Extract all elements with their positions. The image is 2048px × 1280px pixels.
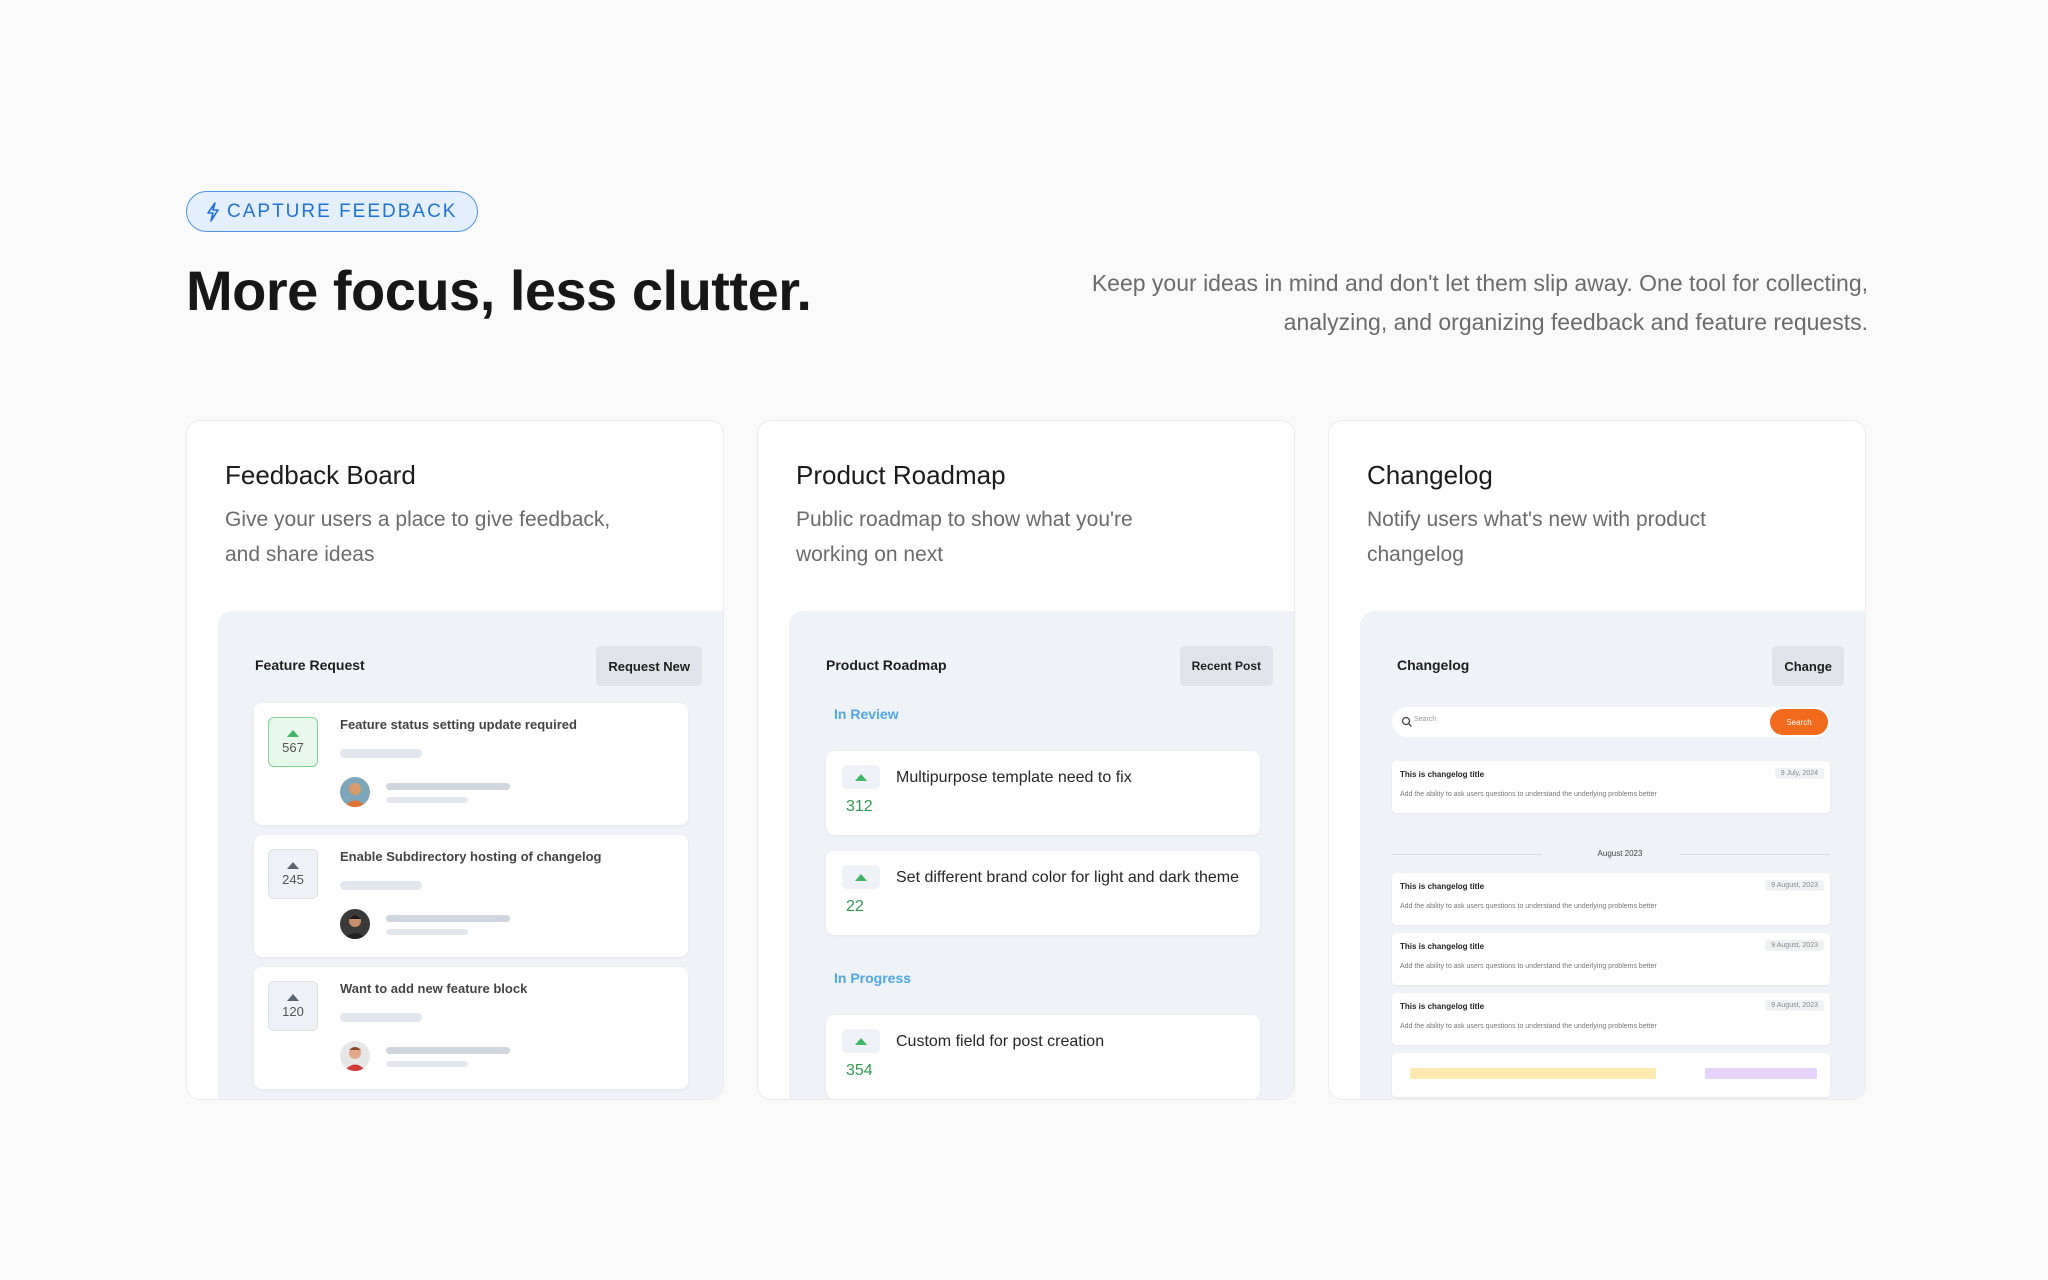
- roadmap-item[interactable]: 22 Set different brand color for light a…: [826, 851, 1260, 935]
- change-button[interactable]: Change: [1772, 646, 1844, 686]
- section-in-review: In Review: [834, 706, 899, 722]
- feedback-board-preview: Feature Request Request New 567 Feature …: [218, 611, 723, 1099]
- upvote-button[interactable]: [842, 865, 880, 889]
- request-new-button[interactable]: Request New: [596, 646, 702, 686]
- vote-count: 245: [282, 871, 304, 887]
- page-headline: More focus, less clutter.: [186, 259, 812, 322]
- roadmap-item-title: Multipurpose template need to fix: [896, 769, 1132, 786]
- vote-count: 22: [846, 898, 864, 915]
- feedback-item[interactable]: 245 Enable Subdirectory hosting of chang…: [254, 835, 688, 957]
- changelog-search-bar[interactable]: Search Search: [1392, 707, 1830, 737]
- card-title: Product Roadmap: [796, 460, 1006, 490]
- section-in-progress: In Progress: [834, 970, 912, 986]
- placeholder-line: [386, 915, 510, 922]
- changelog-card[interactable]: Changelog Notify users what's new with p…: [1328, 420, 1866, 1100]
- card-title: Feedback Board: [225, 460, 416, 490]
- changelog-entry-placeholder: [1392, 1053, 1830, 1097]
- placeholder-line: [386, 1047, 510, 1054]
- placeholder-line: [386, 797, 468, 803]
- upvote-button[interactable]: [842, 765, 880, 789]
- feedback-title: Feature status setting update required: [340, 717, 577, 732]
- feedback-title: Enable Subdirectory hosting of changelog: [340, 849, 602, 864]
- placeholder-line: [386, 783, 510, 790]
- card-description: Give your users a place to give feedback…: [225, 508, 611, 566]
- page-subtext: Keep your ideas in mind and don't let th…: [1091, 270, 1868, 335]
- avatar: [340, 777, 370, 807]
- vote-count: 312: [846, 798, 873, 815]
- upvote-button[interactable]: 245: [268, 849, 318, 899]
- changelog-entry-title: This is changelog title: [1400, 882, 1485, 891]
- preview-title: Changelog: [1397, 657, 1470, 673]
- changelog-entry-title: This is changelog title: [1400, 942, 1485, 951]
- changelog-entry-date: 9 August, 2023: [1765, 940, 1824, 951]
- capture-feedback-badge: CAPTURE FEEDBACK: [186, 191, 479, 232]
- lightning-icon: [207, 201, 219, 222]
- placeholder-line: [340, 749, 422, 758]
- upvote-arrow-icon: [287, 729, 299, 737]
- vote-count: 567: [282, 739, 304, 755]
- search-icon: [1401, 716, 1412, 727]
- upvote-arrow-icon: [287, 993, 299, 1001]
- upvote-arrow-icon: [287, 861, 299, 869]
- upvote-arrow-icon: [855, 1037, 867, 1045]
- preview-title: Product Roadmap: [826, 657, 947, 673]
- placeholder-line: [386, 1061, 468, 1067]
- avatar: [340, 1041, 370, 1071]
- changelog-entry[interactable]: This is changelog title Add the ability …: [1392, 993, 1830, 1045]
- avatar: [340, 909, 370, 939]
- roadmap-item[interactable]: 354 Custom field for post creation: [826, 1015, 1260, 1099]
- changelog-entry[interactable]: This is changelog title Add the ability …: [1392, 933, 1830, 985]
- changelog-entry-title: This is changelog title: [1400, 1002, 1485, 1011]
- recent-post-button[interactable]: Recent Post: [1179, 646, 1273, 686]
- card-description: Public roadmap to show what you're worki…: [796, 508, 1133, 566]
- product-roadmap-card[interactable]: Product Roadmap Public roadmap to show w…: [757, 420, 1295, 1100]
- badge-label: CAPTURE FEEDBACK: [227, 200, 458, 222]
- feedback-item[interactable]: 567 Feature status setting update requir…: [254, 703, 688, 825]
- changelog-entry-desc: Add the ability to ask users questions t…: [1400, 791, 1657, 798]
- upvote-button[interactable]: 120: [268, 981, 318, 1031]
- roadmap-preview: Product Roadmap Recent Post In Review 31…: [789, 611, 1294, 1099]
- changelog-entry-date: 9 July, 2024: [1774, 768, 1824, 779]
- changelog-entry-desc: Add the ability to ask users questions t…: [1400, 1023, 1657, 1030]
- upvote-button[interactable]: [842, 1029, 880, 1053]
- changelog-entry-date: 9 August, 2023: [1765, 1000, 1824, 1011]
- upvote-arrow-icon: [855, 873, 867, 881]
- upvote-button[interactable]: 567: [268, 717, 318, 767]
- bottom-fade: [0, 1100, 2048, 1280]
- placeholder-line: [340, 881, 422, 890]
- card-title: Changelog: [1367, 460, 1493, 490]
- roadmap-item-title: Set different brand color for light and …: [896, 869, 1240, 886]
- changelog-entry-date: 9 August, 2023: [1765, 880, 1824, 891]
- placeholder-bar: [1410, 1068, 1656, 1079]
- changelog-entry[interactable]: This is changelog title Add the ability …: [1392, 873, 1830, 925]
- search-button[interactable]: Search: [1770, 709, 1828, 735]
- vote-count: 354: [846, 1062, 873, 1079]
- preview-title: Feature Request: [255, 657, 365, 673]
- feedback-board-card[interactable]: Feedback Board Give your users a place t…: [186, 420, 724, 1100]
- placeholder-bar: [1705, 1068, 1817, 1079]
- divider: [1680, 854, 1830, 855]
- changelog-preview: Changelog Change Search Search This is c…: [1360, 611, 1865, 1099]
- search-input[interactable]: Search: [1414, 716, 1436, 723]
- feedback-title: Want to add new feature block: [340, 981, 528, 996]
- feedback-item[interactable]: 120 Want to add new feature block: [254, 967, 688, 1089]
- placeholder-line: [386, 929, 468, 935]
- changelog-entry[interactable]: This is changelog title Add the ability …: [1392, 761, 1830, 813]
- roadmap-item-title: Custom field for post creation: [896, 1033, 1105, 1050]
- changelog-entry-desc: Add the ability to ask users questions t…: [1400, 903, 1657, 910]
- changelog-entry-title: This is changelog title: [1400, 770, 1485, 779]
- card-description: Notify users what's new with product cha…: [1367, 508, 1706, 566]
- upvote-arrow-icon: [855, 773, 867, 781]
- vote-count: 120: [282, 1003, 304, 1019]
- placeholder-line: [340, 1013, 422, 1022]
- changelog-entry-desc: Add the ability to ask users questions t…: [1400, 963, 1657, 970]
- roadmap-item[interactable]: 312 Multipurpose template need to fix: [826, 751, 1260, 835]
